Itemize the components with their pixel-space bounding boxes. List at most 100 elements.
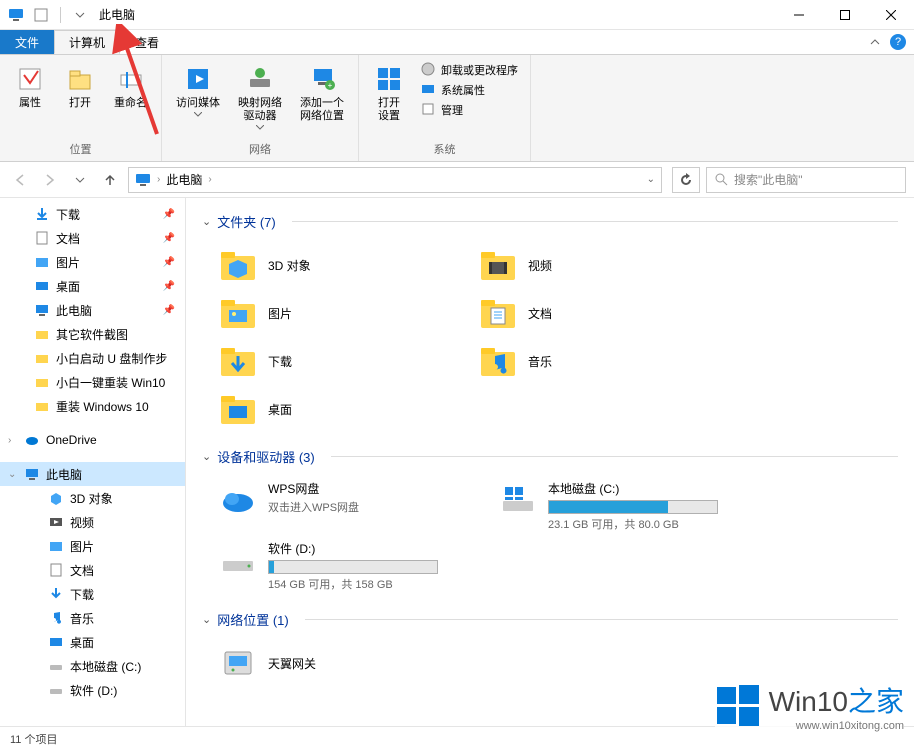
sidebar-label: 小白一键重装 Win10 bbox=[56, 374, 165, 391]
qat-dropdown[interactable] bbox=[69, 4, 91, 26]
nav-back[interactable] bbox=[8, 168, 32, 192]
folder-3d[interactable]: 3D 对象 bbox=[214, 241, 434, 289]
desktop-icon bbox=[48, 634, 64, 650]
drives-grid: WPS网盘 双击进入WPS网盘 本地磁盘 (C:) 23.1 GB 可用，共 8… bbox=[202, 472, 898, 604]
chevron-right-icon[interactable]: › bbox=[208, 174, 211, 185]
ribbon-manage[interactable]: 管理 bbox=[421, 101, 518, 119]
nav-up[interactable] bbox=[98, 168, 122, 192]
uninstall-icon bbox=[421, 62, 437, 78]
maximize-button[interactable] bbox=[822, 0, 868, 30]
sidebar-item-desktop[interactable]: 桌面📌 bbox=[0, 274, 185, 298]
sidebar-label: 软件 (D:) bbox=[70, 682, 117, 699]
divider bbox=[305, 619, 898, 620]
sidebar-item-pictures2[interactable]: 图片 bbox=[0, 534, 185, 558]
group-header-folders[interactable]: ⌄ 文件夹 (7) bbox=[202, 206, 898, 237]
ribbon-properties[interactable]: 属性 bbox=[8, 59, 52, 139]
sidebar-item-drive-c[interactable]: 本地磁盘 (C:) bbox=[0, 654, 185, 678]
folder-documents[interactable]: 文档 bbox=[474, 289, 694, 337]
refresh-button[interactable] bbox=[672, 167, 700, 193]
drive-d[interactable]: 软件 (D:) 154 GB 可用，共 158 GB bbox=[214, 536, 454, 596]
sidebar-item-desktop2[interactable]: 桌面 bbox=[0, 630, 185, 654]
sidebar-item-downloads[interactable]: 下载📌 bbox=[0, 202, 185, 226]
search-input[interactable]: 搜索"此电脑" bbox=[706, 167, 906, 193]
sidebar-item-folder[interactable]: 重装 Windows 10 bbox=[0, 394, 185, 418]
drive-sub: 154 GB 可用，共 158 GB bbox=[268, 576, 450, 592]
sidebar-item-folder[interactable]: 小白启动 U 盘制作步 bbox=[0, 346, 185, 370]
qat-button[interactable] bbox=[30, 4, 52, 26]
netloc-item[interactable]: 天翼网关 bbox=[214, 639, 434, 687]
drive-c[interactable]: 本地磁盘 (C:) 23.1 GB 可用，共 80.0 GB bbox=[494, 476, 734, 536]
folder-videos[interactable]: 视频 bbox=[474, 241, 694, 289]
address-text[interactable]: 此电脑 bbox=[166, 171, 202, 188]
ribbon-uninstall[interactable]: 卸载或更改程序 bbox=[421, 61, 518, 79]
help-icon[interactable]: ? bbox=[890, 34, 906, 50]
chevron-down-icon bbox=[256, 125, 264, 130]
folder-label: 3D 对象 bbox=[268, 257, 311, 274]
folder-label: 图片 bbox=[268, 305, 292, 322]
sidebar-label: 下载 bbox=[70, 586, 94, 603]
sidebar-label: 此电脑 bbox=[46, 466, 82, 483]
collapse-ribbon-icon[interactable] bbox=[870, 37, 880, 47]
sidebar-label: 图片 bbox=[56, 254, 80, 271]
ribbon-sysprops[interactable]: 系统属性 bbox=[421, 81, 518, 99]
chevron-right-icon[interactable]: › bbox=[157, 174, 160, 185]
pictures-icon bbox=[48, 538, 64, 554]
ribbon-rename[interactable]: 重命名 bbox=[108, 59, 153, 139]
folder-label: 桌面 bbox=[268, 401, 292, 418]
ribbon-open[interactable]: 打开 bbox=[58, 59, 102, 139]
pin-icon: 📌 bbox=[163, 209, 175, 220]
folder-desktop[interactable]: 桌面 bbox=[214, 385, 434, 433]
folder-label: 下载 bbox=[268, 353, 292, 370]
sidebar: 下载📌 文档📌 图片📌 桌面📌 此电脑📌 其它软件截图 小白启动 U 盘制作步 … bbox=[0, 198, 186, 726]
drive-wps[interactable]: WPS网盘 双击进入WPS网盘 bbox=[214, 476, 454, 536]
nav-forward[interactable] bbox=[38, 168, 62, 192]
ribbon-label: 属性 bbox=[19, 97, 41, 110]
sidebar-item-3d[interactable]: 3D 对象 bbox=[0, 486, 185, 510]
folders-grid: 3D 对象 视频 图片 文档 下载 音乐 桌面 bbox=[202, 237, 898, 441]
folder-music[interactable]: 音乐 bbox=[474, 337, 694, 385]
sidebar-item-thispc[interactable]: ⌄ 此电脑 bbox=[0, 462, 185, 486]
sidebar-item-downloads2[interactable]: 下载 bbox=[0, 582, 185, 606]
chevron-down-icon[interactable]: ⌄ bbox=[8, 469, 16, 480]
chevron-down-icon[interactable]: ⌄ bbox=[202, 450, 211, 463]
tab-computer[interactable]: 计算机 bbox=[54, 30, 120, 54]
group-header-drives[interactable]: ⌄ 设备和驱动器 (3) bbox=[202, 441, 898, 472]
chevron-down-icon[interactable]: ⌄ bbox=[202, 613, 211, 626]
ribbon-group-system: 打开 设置 卸载或更改程序 系统属性 管理 系统 bbox=[359, 55, 531, 161]
ribbon-open-settings[interactable]: 打开 设置 bbox=[367, 59, 411, 139]
nav-recent[interactable] bbox=[68, 168, 92, 192]
sidebar-item-onedrive[interactable]: ›OneDrive bbox=[0, 428, 185, 452]
chevron-right-icon[interactable]: › bbox=[8, 435, 11, 446]
open-icon bbox=[64, 63, 96, 95]
chevron-down-icon[interactable]: ⌄ bbox=[647, 174, 655, 185]
folder-icon bbox=[478, 293, 518, 333]
sidebar-item-thispc-quick[interactable]: 此电脑📌 bbox=[0, 298, 185, 322]
sidebar-item-videos[interactable]: 视频 bbox=[0, 510, 185, 534]
ribbon-add-netloc[interactable]: + 添加一个 网络位置 bbox=[294, 59, 350, 139]
drive-icon bbox=[218, 540, 258, 580]
tab-file[interactable]: 文件 bbox=[0, 30, 54, 54]
sidebar-item-music[interactable]: 音乐 bbox=[0, 606, 185, 630]
folder-pictures[interactable]: 图片 bbox=[214, 289, 434, 337]
chevron-down-icon[interactable]: ⌄ bbox=[202, 215, 211, 228]
ribbon-map-drive[interactable]: 映射网络 驱动器 bbox=[232, 59, 288, 139]
close-button[interactable] bbox=[868, 0, 914, 30]
watermark-text: Win10之家 bbox=[769, 686, 904, 717]
sidebar-item-drive-d[interactable]: 软件 (D:) bbox=[0, 678, 185, 702]
ribbon-media[interactable]: 访问媒体 bbox=[170, 59, 226, 139]
folder-downloads[interactable]: 下载 bbox=[214, 337, 434, 385]
sidebar-item-folder[interactable]: 其它软件截图 bbox=[0, 322, 185, 346]
download-icon bbox=[34, 206, 50, 222]
computer-icon bbox=[34, 302, 50, 318]
sidebar-item-documents[interactable]: 文档📌 bbox=[0, 226, 185, 250]
minimize-button[interactable] bbox=[776, 0, 822, 30]
sidebar-item-folder[interactable]: 小白一键重装 Win10 bbox=[0, 370, 185, 394]
group-header-netloc[interactable]: ⌄ 网络位置 (1) bbox=[202, 604, 898, 635]
address-bar[interactable]: › 此电脑 › ⌄ bbox=[128, 167, 662, 193]
titlebar-left bbox=[0, 4, 91, 26]
ribbon: 属性 打开 重命名 位置 访问媒体 映射网络 驱动器 bbox=[0, 54, 914, 162]
sidebar-item-documents2[interactable]: 文档 bbox=[0, 558, 185, 582]
tab-view[interactable]: 查看 bbox=[120, 30, 174, 54]
sidebar-item-pictures[interactable]: 图片📌 bbox=[0, 250, 185, 274]
search-placeholder: 搜索"此电脑" bbox=[734, 171, 803, 188]
